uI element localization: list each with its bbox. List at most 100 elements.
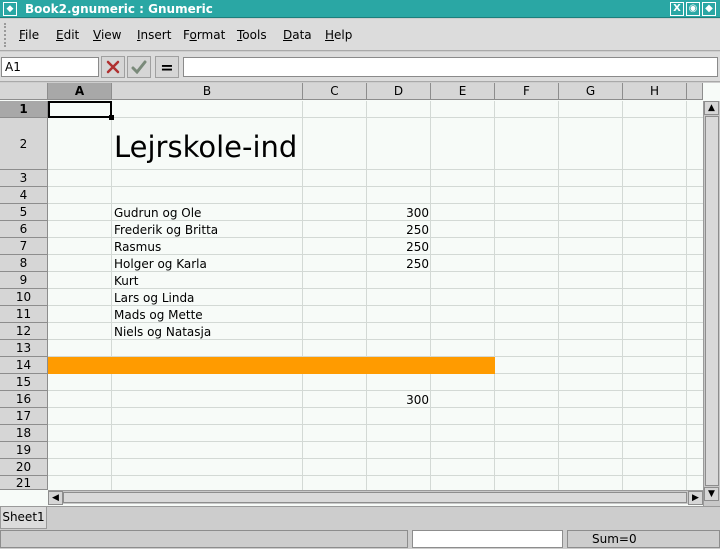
cell-b5[interactable]: Gudrun og Ole (114, 205, 201, 221)
row-header-17[interactable]: 17 (0, 408, 48, 425)
row-header-7[interactable]: 7 (0, 238, 48, 255)
gridline (111, 101, 112, 490)
gridline (48, 458, 703, 459)
row-header-20[interactable]: 20 (0, 459, 48, 476)
scroll-up-arrow-icon[interactable]: ▲ (704, 101, 719, 115)
scroll-left-arrow-icon[interactable]: ◀ (48, 491, 63, 505)
cell-d16[interactable]: 300 (367, 392, 429, 408)
row-header-12[interactable]: 12 (0, 323, 48, 340)
column-header-e[interactable]: E (431, 83, 495, 100)
maximize-window-icon[interactable]: ◆ (702, 2, 716, 16)
fill-handle[interactable] (109, 115, 114, 120)
status-input-area (412, 530, 563, 548)
select-all-corner[interactable] (0, 83, 48, 100)
x-icon (106, 60, 120, 74)
close-window-icon[interactable]: X (670, 2, 684, 16)
scroll-down-arrow-icon[interactable]: ▼ (704, 487, 719, 501)
sheet-tab-sheet1[interactable]: Sheet1 (0, 507, 47, 529)
row-header-9[interactable]: 9 (0, 272, 48, 289)
row-header-10[interactable]: 10 (0, 289, 48, 306)
cell-d5[interactable]: 300 (367, 205, 429, 221)
active-cell-cursor[interactable] (48, 101, 112, 118)
check-icon (131, 60, 147, 74)
toolbar-grip-handle[interactable] (4, 23, 10, 47)
gridline (48, 186, 703, 187)
gridline (430, 101, 431, 490)
gridline (686, 101, 687, 490)
gridline (48, 169, 703, 170)
cell-reference-field[interactable]: A1 (1, 57, 99, 77)
status-sum: Sum=0 (567, 530, 720, 548)
gridline (366, 101, 367, 490)
vertical-scrollbar[interactable]: ▲ ▼ (703, 101, 720, 506)
row-header-2[interactable]: 2 (0, 118, 48, 170)
gridline (48, 390, 703, 391)
cell-b10[interactable]: Lars og Linda (114, 290, 194, 306)
row-header-21[interactable]: 21 (0, 476, 48, 490)
menu-data[interactable]: Data (283, 27, 312, 43)
row-header-13[interactable]: 13 (0, 340, 48, 357)
row-header-16[interactable]: 16 (0, 391, 48, 408)
menu-view[interactable]: View (93, 27, 121, 43)
window-menu-icon[interactable]: ◆ (3, 2, 17, 16)
cell-b9[interactable]: Kurt (114, 273, 139, 289)
minimize-window-icon[interactable]: ◉ (686, 2, 700, 16)
menu-format[interactable]: Format (183, 27, 225, 43)
row-header-3[interactable]: 3 (0, 170, 48, 187)
menu-edit[interactable]: Edit (56, 27, 79, 43)
status-message-area (0, 530, 408, 548)
scroll-right-arrow-icon[interactable]: ▶ (688, 491, 703, 505)
column-header-partial[interactable] (687, 83, 703, 100)
column-header-d[interactable]: D (367, 83, 431, 100)
row-header-14[interactable]: 14 (0, 357, 48, 374)
accept-edit-button[interactable] (127, 56, 151, 78)
gridline (558, 101, 559, 490)
column-header-h[interactable]: H (623, 83, 687, 100)
menu-file[interactable]: File (19, 27, 39, 43)
horizontal-scroll-thumb[interactable] (63, 492, 687, 503)
cell-b6[interactable]: Frederik og Britta (114, 222, 218, 238)
cell-d6[interactable]: 250 (367, 222, 429, 238)
row-header-18[interactable]: 18 (0, 425, 48, 442)
gridline (48, 203, 703, 204)
cell-b7[interactable]: Rasmus (114, 239, 161, 255)
gridline (48, 424, 703, 425)
row-header-19[interactable]: 19 (0, 442, 48, 459)
column-header-b[interactable]: B (112, 83, 303, 100)
gridline (48, 117, 703, 118)
cancel-edit-button[interactable] (101, 56, 125, 78)
highlighted-range[interactable] (48, 357, 495, 374)
row-header-4[interactable]: 4 (0, 187, 48, 204)
spreadsheet-grid[interactable]: A B C D E F G H 1 2 3 4 5 6 7 8 9 10 11 … (0, 83, 720, 506)
gridline (48, 475, 703, 476)
title-bar: ◆ Book2.gnumeric : Gnumeric X ◉ ◆ (0, 0, 720, 18)
row-header-11[interactable]: 11 (0, 306, 48, 323)
formula-bar: A1 = (0, 52, 720, 82)
cell-d7[interactable]: 250 (367, 239, 429, 255)
menu-help[interactable]: Help (325, 27, 352, 43)
cell-b8[interactable]: Holger og Karla (114, 256, 207, 272)
row-header-8[interactable]: 8 (0, 255, 48, 272)
cell-b11[interactable]: Mads og Mette (114, 307, 203, 323)
cell-b2[interactable]: Lejrskole-ind (114, 130, 297, 164)
row-header-6[interactable]: 6 (0, 221, 48, 238)
column-header-a[interactable]: A (48, 83, 112, 100)
column-header-g[interactable]: G (559, 83, 623, 100)
status-bar: Sum=0 (0, 529, 720, 549)
gridline (48, 288, 703, 289)
row-header-5[interactable]: 5 (0, 204, 48, 221)
gridline (622, 101, 623, 490)
gridline (302, 101, 303, 490)
equals-button[interactable]: = (155, 56, 179, 78)
column-header-f[interactable]: F (495, 83, 559, 100)
cell-b12[interactable]: Niels og Natasja (114, 324, 211, 340)
formula-input[interactable] (183, 57, 718, 77)
horizontal-scrollbar[interactable]: ◀ ▶ (48, 490, 703, 505)
vertical-scroll-thumb[interactable] (705, 116, 719, 486)
cell-d8[interactable]: 250 (367, 256, 429, 272)
menu-tools[interactable]: Tools (237, 27, 267, 43)
row-header-1[interactable]: 1 (0, 101, 48, 118)
row-header-15[interactable]: 15 (0, 374, 48, 391)
menu-insert[interactable]: Insert (137, 27, 171, 43)
column-header-c[interactable]: C (303, 83, 367, 100)
